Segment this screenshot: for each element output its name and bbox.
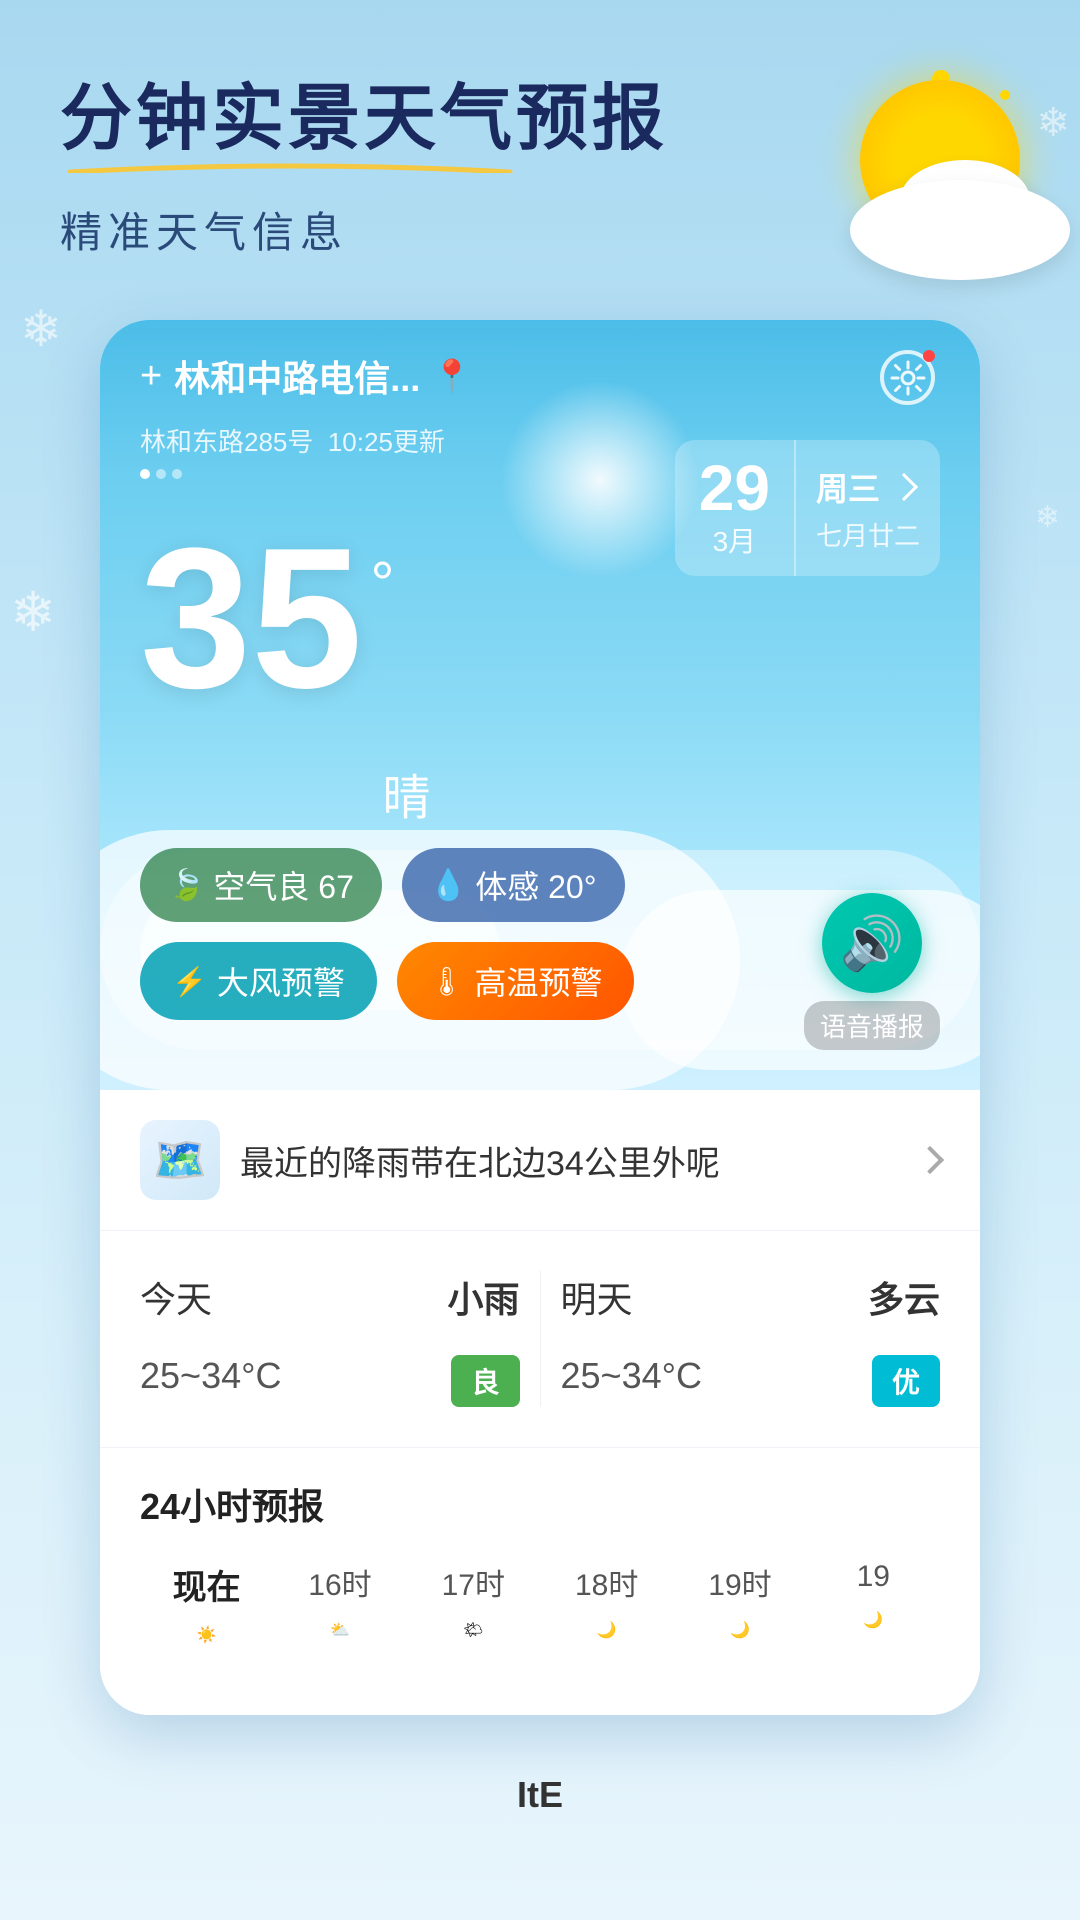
weather-card: + 林和中路电信... 📍 林和东路285号 10:25更新 35 <box>100 320 980 1090</box>
tomorrow-label: 明天 <box>561 1271 633 1329</box>
phone-mockup: + 林和中路电信... 📍 林和东路285号 10:25更新 35 <box>100 320 980 1715</box>
today-temp: 25~34°C <box>140 1355 282 1397</box>
tomorrow-desc: 多云 <box>868 1271 940 1323</box>
hours-row: 现在 ☀️ 16时 ⛅ 17时 🌤 18时 🌙 19时 🌙 <box>140 1560 940 1685</box>
forecast-row: 今天 小雨 25~34°C 良 明天 多云 25~34°C 优 <box>100 1231 980 1448</box>
app-title: 分钟实景天气预报 <box>60 80 668 159</box>
degree-symbol: ° <box>370 549 394 618</box>
snowflake-right-top: ❄ <box>1036 100 1070 146</box>
date-left: 29 3月 <box>675 440 794 576</box>
air-quality-text: 空气良 67 <box>213 862 354 908</box>
date-panel[interactable]: 29 3月 周三 七月廿二 <box>675 440 940 576</box>
hour-icon-19: 🌙 <box>715 1620 765 1670</box>
hour-item-current: 现在 ☀️ <box>140 1560 273 1685</box>
hour-label-19b: 19 <box>807 1560 940 1594</box>
heat-warning-badge[interactable]: 🌡 高温预警 <box>397 942 635 1020</box>
voice-broadcast-button[interactable]: 🔊 语音播报 <box>804 893 940 1050</box>
hour-item-16: 16时 ⛅ <box>273 1560 406 1685</box>
heat-warning-text: 高温预警 <box>474 958 602 1004</box>
bottom-area: ItE <box>0 1735 1080 1855</box>
notification-dot <box>923 350 935 362</box>
feel-icon: 💧 <box>430 868 467 903</box>
snowflake-decoration-1: ❄ <box>20 300 62 358</box>
title-underline <box>60 161 520 173</box>
hour-icon-current: ☀️ <box>177 1625 237 1685</box>
snowflake-decoration-2: ❄ <box>1035 500 1060 535</box>
today-forecast: 今天 小雨 25~34°C 良 <box>140 1271 520 1407</box>
dot-2 <box>156 469 166 479</box>
today-label: 今天 <box>140 1271 212 1329</box>
voice-label: 语音播报 <box>804 1001 940 1050</box>
air-icon: 🍃 <box>168 868 205 903</box>
weather-description: 晴 <box>382 758 430 828</box>
speaker-icon: 🔊 <box>840 913 905 974</box>
feel-temp-badge[interactable]: 💧 体感 20° <box>402 848 625 922</box>
date-weekday: 周三 <box>816 464 920 510</box>
wind-icon: ⚡ <box>172 965 207 998</box>
date-month: 3月 <box>699 520 770 560</box>
hour-icon-16: ⛅ <box>315 1620 365 1670</box>
chevron-right-icon <box>890 473 918 501</box>
hour-item-17: 17时 🌤 <box>407 1560 540 1685</box>
air-quality-badge[interactable]: 🍃 空气良 67 <box>140 848 382 922</box>
cloud-icon <box>850 180 1070 280</box>
location-pin-icon: 📍 <box>432 357 472 395</box>
forecast-divider <box>540 1271 541 1407</box>
hour-icon-19b: 🌙 <box>848 1610 898 1660</box>
map-icon: 🗺️ <box>140 1120 220 1200</box>
rain-info-row[interactable]: 🗺️ 最近的降雨带在北边34公里外呢 <box>100 1090 980 1231</box>
feel-temp-text: 体感 20° <box>475 862 596 908</box>
hour-item-18: 18时 🌙 <box>540 1560 673 1685</box>
tomorrow-forecast: 明天 多云 25~34°C 优 <box>561 1271 941 1407</box>
hours-section: 24小时预报 现在 ☀️ 16时 ⛅ 17时 🌤 18时 🌙 <box>100 1448 980 1715</box>
today-desc: 小雨 <box>447 1271 519 1323</box>
hours-title: 24小时预报 <box>140 1478 940 1530</box>
hour-icon-18: 🌙 <box>582 1620 632 1670</box>
heat-icon: 🌡 <box>429 965 465 998</box>
date-lunar: 七月廿二 <box>816 516 920 553</box>
location-bar: + 林和中路电信... 📍 <box>140 350 940 402</box>
dot-1 <box>140 469 150 479</box>
info-card: 🗺️ 最近的降雨带在北边34公里外呢 今天 小雨 25~34°C 良 明天 <box>100 1090 980 1715</box>
dot-3 <box>172 469 182 479</box>
chevron-right-icon-rain <box>916 1146 944 1174</box>
hour-label-16: 16时 <box>273 1560 406 1604</box>
hour-item-19b: 19 🌙 <box>807 1560 940 1685</box>
date-day: 29 <box>699 456 770 520</box>
today-quality-badge: 良 <box>451 1355 519 1407</box>
tomorrow-quality-badge: 优 <box>872 1355 940 1407</box>
hour-label-18: 18时 <box>540 1560 673 1604</box>
bottom-nav-label: ItE <box>517 1774 563 1816</box>
snowflake-left: ❄ <box>10 580 56 644</box>
voice-circle-icon: 🔊 <box>822 893 922 993</box>
hour-item-19: 19时 🌙 <box>673 1560 806 1685</box>
hour-label-current: 现在 <box>140 1560 273 1609</box>
hour-label-17: 17时 <box>407 1560 540 1604</box>
wind-warning-text: 大风预警 <box>217 958 345 1004</box>
tomorrow-temp: 25~34°C <box>561 1355 703 1397</box>
wind-warning-badge[interactable]: ⚡ 大风预警 <box>140 942 377 1020</box>
add-location-icon[interactable]: + <box>140 355 162 398</box>
rain-info-text: 最近的降雨带在北边34公里外呢 <box>240 1136 900 1185</box>
hour-label-19: 19时 <box>673 1560 806 1604</box>
settings-gear-icon <box>880 350 935 405</box>
location-name: 林和中路电信... <box>174 350 420 402</box>
date-right: 周三 七月廿二 <box>796 440 940 576</box>
temperature-value: 35 <box>140 519 362 719</box>
hour-icon-17: 🌤 <box>448 1620 498 1670</box>
settings-button[interactable] <box>880 350 940 410</box>
